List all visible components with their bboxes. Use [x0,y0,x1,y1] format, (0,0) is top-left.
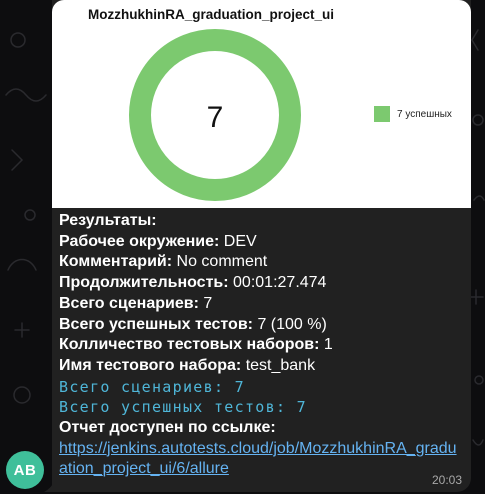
report-chart-image[interactable]: MozzhukhinRA_graduation_project_ui 7 7 у… [52,0,471,208]
passed-line: Всего успешных тестов: 7 (100 %) [59,315,327,333]
mono-passed-line: Всего успешных тестов: 7 [59,398,307,417]
mono-scenarios-line: Всего сценариев: 7 [59,377,245,396]
message-timestamp: 20:03 [431,473,462,487]
message-bubble: MozzhukhinRA_graduation_project_ui 7 7 у… [52,0,471,492]
allure-report-link[interactable]: https://jenkins.autotests.cloud/job/Mozz… [59,439,464,480]
avatar-initials: AB [13,461,37,479]
suite-name-line: Имя тестового набора: test_bank [59,356,316,374]
sender-avatar[interactable]: AB [6,451,44,489]
env-line: Рабочее окружение: DEV [59,232,257,250]
donut-chart: 7 [129,29,301,201]
legend-swatch [374,106,390,122]
results-heading: Результаты: [59,212,157,229]
message-text: Результаты: Рабочее окружение: DEV Комме… [59,211,464,480]
legend-label: 7 успешных [397,109,452,120]
chart-title: MozzhukhinRA_graduation_project_ui [88,7,335,22]
donut-center-value: 7 [207,101,224,134]
scenarios-line: Всего сценариев: 7 [59,294,213,312]
duration-line: Продолжительность: 00:01:27.474 [59,274,327,292]
comment-line: Комментарий: No comment [59,253,268,271]
suites-line: Колличество тестовых наборов: 1 [59,336,333,354]
report-label-line: Отчет доступен по ссылке: [59,419,276,437]
